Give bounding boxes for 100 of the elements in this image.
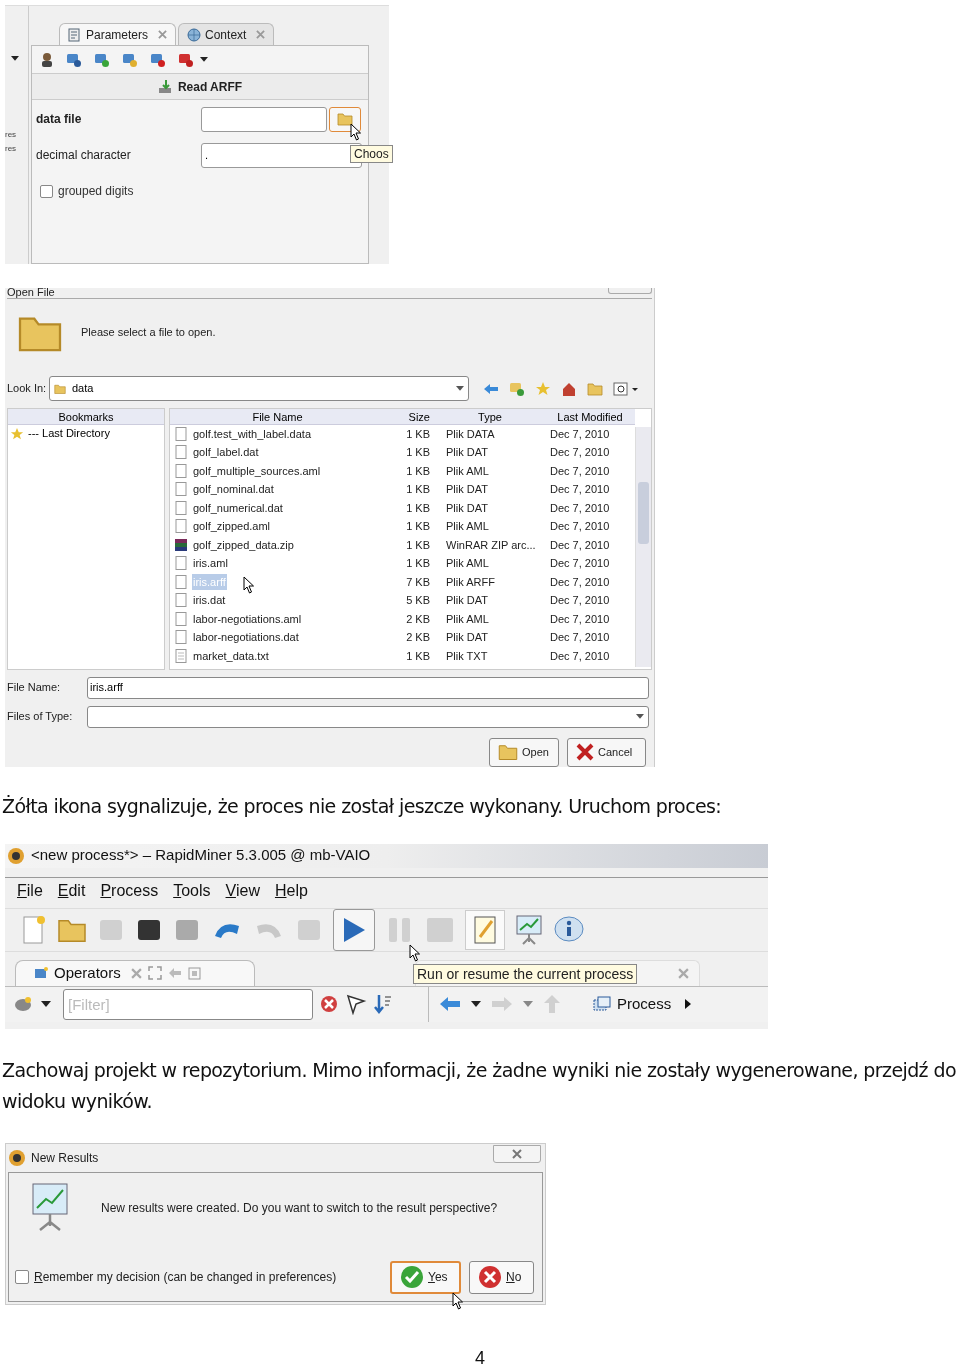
file-row[interactable]: iris.dat 5 KB Plik DAT Dec 7, 2010 — [170, 591, 635, 610]
column-header[interactable]: Size — [385, 408, 430, 424]
menu-item[interactable]: Help — [274, 878, 308, 903]
panel-tab[interactable]: Parameters — [59, 23, 177, 45]
file-date: Dec 7, 2010 — [550, 556, 611, 572]
text-field[interactable] — [201, 106, 327, 132]
file-row[interactable]: labor-negotiations.dat 2 KB Plik DAT Dec 7, 2010 — [170, 628, 635, 647]
cancel-button[interactable]: Cancel — [567, 737, 646, 767]
home-icon[interactable] — [561, 380, 577, 397]
checkbox[interactable] — [15, 1270, 29, 1285]
menu-item[interactable]: Process — [100, 878, 159, 903]
process-breadcrumb[interactable]: Process — [593, 992, 692, 1016]
star-icon[interactable] — [535, 380, 551, 397]
paragraph: Żółta ikona sygnalizuje, że proces nie został jeszcze wykonany. Uruchom proces: — [2, 793, 723, 818]
caret-down-icon[interactable] — [11, 56, 19, 61]
person-icon[interactable] — [40, 51, 54, 68]
file-type-dropdown[interactable] — [87, 705, 649, 728]
window-icon — [34, 967, 48, 980]
close-icon — [576, 743, 594, 762]
maximize-icon[interactable] — [147, 966, 162, 981]
close-icon[interactable] — [130, 967, 142, 979]
globe-icon — [187, 27, 202, 42]
file-row[interactable]: golf_nominal.dat 1 KB Plik DAT Dec 7, 2010 — [170, 480, 635, 499]
file-row[interactable]: golf_multiple_sources.aml 1 KB Plik AML Dec 7, 2010 — [170, 461, 635, 481]
operators-tab[interactable]: Operators — [15, 959, 255, 986]
file-row[interactable]: golf_zipped.aml 1 KB Plik AML Dec 7, 2010 — [170, 517, 635, 536]
menu-item[interactable]: Tools — [173, 878, 211, 903]
file-icon — [174, 593, 188, 608]
app-logo-icon — [7, 846, 25, 865]
field-label: decimal character — [36, 147, 132, 164]
left-arrow-icon[interactable] — [167, 967, 182, 980]
column-header[interactable]: Last Modified — [550, 408, 630, 424]
file-name: golf_label.dat — [192, 445, 260, 461]
column-header: Bookmarks — [8, 408, 164, 425]
close-icon[interactable] — [256, 30, 266, 39]
caret-down-icon[interactable] — [41, 1001, 51, 1008]
caret-down-icon[interactable] — [200, 57, 208, 62]
dialog-title: New Results — [31, 1149, 99, 1167]
close-icon[interactable] — [158, 30, 168, 39]
file-row[interactable]: golf_numerical.dat 1 KB Plik DAT Dec 7, 2010 — [170, 498, 635, 518]
file-name: golf_zipped.aml — [192, 519, 272, 535]
no-button[interactable]: No — [469, 1260, 534, 1294]
checkbox[interactable] — [40, 184, 53, 198]
filter-field[interactable]: [Filter] — [63, 988, 313, 1020]
panel-tab[interactable]: Context — [178, 23, 275, 45]
file-row[interactable]: labor-negotiations.aml 2 KB Plik AML Dec 7, 2010 — [170, 609, 635, 629]
menu-item[interactable]: View — [225, 878, 260, 903]
view-menu-icon[interactable] — [613, 381, 639, 396]
scrollbar[interactable] — [635, 426, 651, 667]
file-type: Plik AML — [445, 463, 490, 479]
file-row[interactable]: market_data.txt 1 KB Plik TXT Dec 7, 2010 — [170, 646, 635, 666]
file-type: Plik AML — [445, 611, 490, 627]
menu-item[interactable]: Edit — [57, 878, 86, 903]
file-date: Dec 7, 2010 — [550, 519, 611, 535]
choose-file-button[interactable] — [329, 106, 361, 132]
file-date: Dec 7, 2010 — [550, 463, 611, 479]
back-arrow-icon[interactable] — [483, 382, 499, 395]
tooltip: Run or resume the current process — [413, 963, 638, 984]
column-header[interactable]: File Name — [170, 408, 385, 424]
file-row[interactable]: golf_zipped_data.zip 1 KB WinRAR ZIP arc... Dec 7, 2010 — [170, 535, 635, 555]
truncated-label: res — [5, 144, 18, 153]
column-header[interactable]: Type — [430, 408, 550, 424]
close-icon — [478, 1265, 502, 1290]
close-button[interactable] — [608, 287, 652, 294]
open-button[interactable]: Open — [489, 737, 559, 767]
bookmark-item[interactable]: --- Last Directory — [8, 424, 164, 443]
sort-icon[interactable] — [373, 993, 393, 1016]
field-label: Files of Type: — [7, 709, 74, 725]
caret-down-icon[interactable] — [471, 1001, 481, 1008]
file-row[interactable]: iris.aml 1 KB Plik AML Dec 7, 2010 — [170, 554, 635, 573]
file-name: golf_zipped_data.zip — [192, 537, 295, 553]
file-date: Dec 7, 2010 — [550, 537, 611, 553]
chart-board-icon[interactable] — [515, 913, 543, 946]
file-name: golf_multiple_sources.aml — [192, 463, 322, 479]
file-type: Plik DAT — [445, 500, 489, 516]
folder-icon — [498, 743, 518, 762]
close-button[interactable] — [493, 1144, 541, 1163]
look-in-dropdown[interactable]: data — [49, 376, 469, 402]
file-date: Dec 7, 2010 — [550, 500, 611, 516]
file-row[interactable]: golf_label.dat 1 KB Plik DAT Dec 7, 2010 — [170, 443, 635, 462]
file-size: 2 KB — [405, 611, 430, 627]
mouse-cursor-icon — [243, 575, 255, 594]
notes-button[interactable] — [465, 909, 505, 950]
yes-button[interactable]: Yes — [390, 1260, 461, 1294]
file-name-field[interactable]: iris.arff — [87, 676, 649, 699]
back-arrow-icon[interactable] — [439, 996, 461, 1013]
file-row[interactable]: iris.arff 7 KB Plik ARFF Dec 7, 2010 — [170, 572, 635, 592]
clear-icon[interactable] — [319, 994, 339, 1015]
menu-item[interactable]: File — [17, 878, 43, 903]
close-icon[interactable] — [678, 967, 689, 979]
mouse-cursor-icon — [409, 943, 421, 962]
file-type: Plik DAT — [445, 593, 489, 609]
run-button[interactable] — [333, 908, 375, 951]
notepad-icon — [472, 914, 498, 945]
file-size: 1 KB — [405, 648, 430, 664]
file-size: 5 KB — [405, 593, 430, 609]
restore-icon[interactable] — [187, 966, 201, 980]
file-row[interactable]: golf.test_with_label.data 1 KB Plik DATA Dec 7, 2010 — [170, 424, 635, 444]
chart-board-icon — [31, 1181, 69, 1234]
archive-icon — [174, 537, 188, 552]
